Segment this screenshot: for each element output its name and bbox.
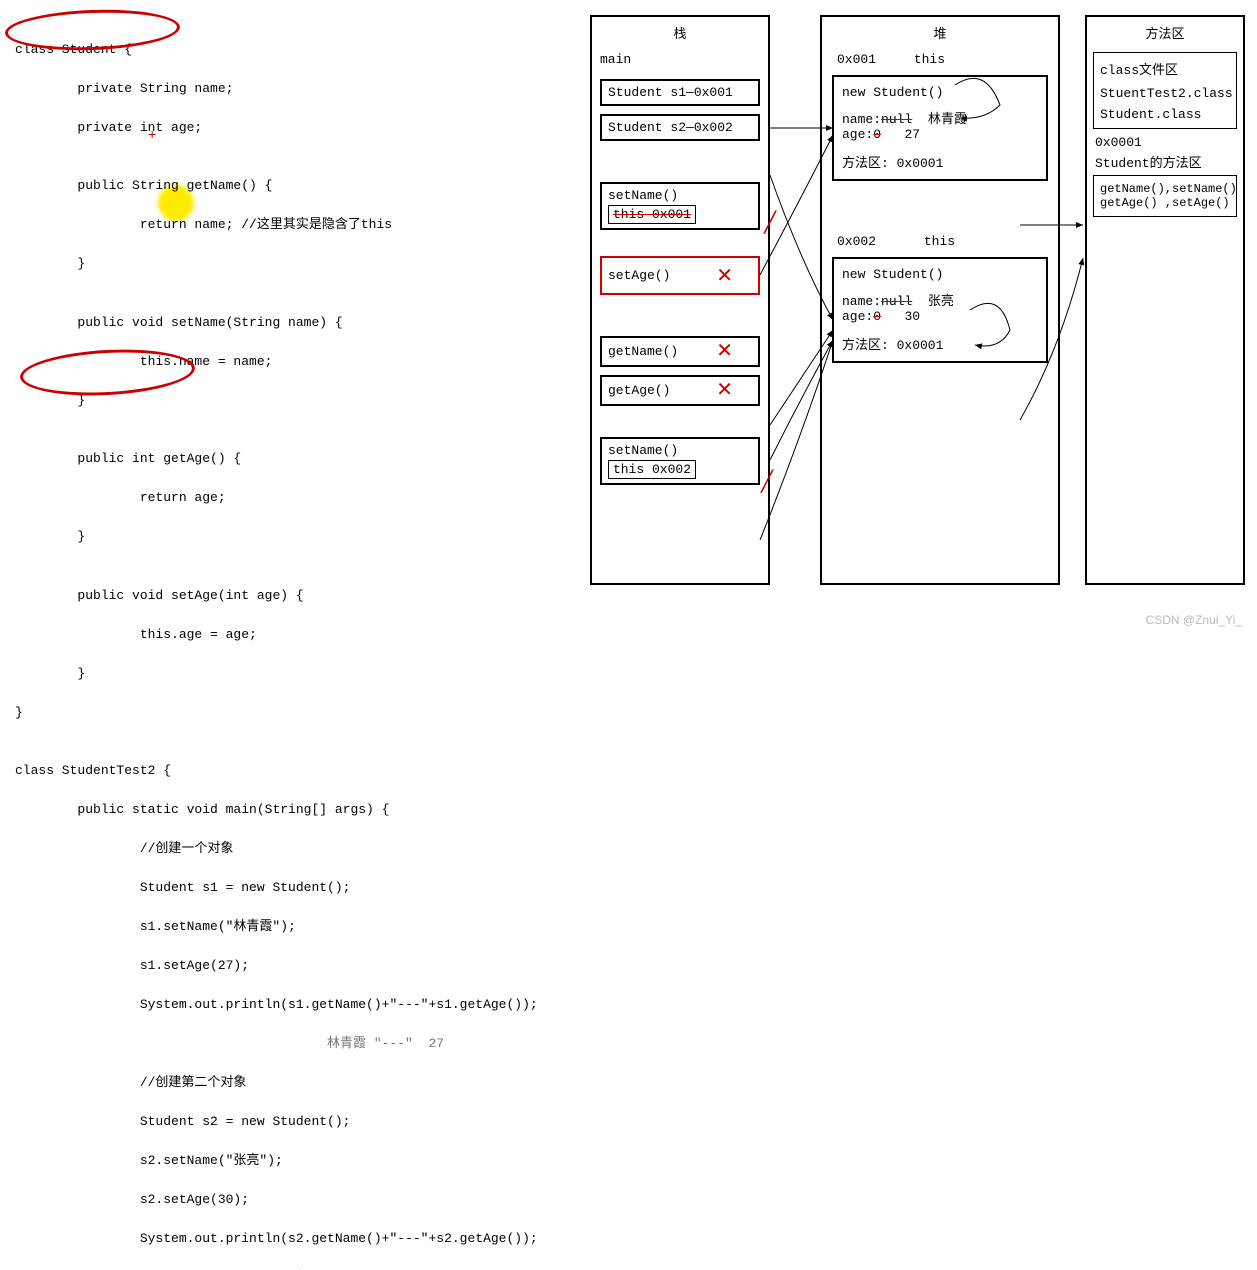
code-line: } (15, 703, 575, 723)
code-line: return name; //这里其实是隐含了this (15, 215, 575, 235)
method-area-addr: 0x0001 (1087, 133, 1243, 152)
code-line: public void setName(String name) { (15, 313, 575, 333)
stack-header: 栈 (592, 17, 768, 48)
stack-column: 栈 main Student s1—0x001 Student s2—0x002… (590, 15, 770, 585)
code-line: } (15, 664, 575, 684)
heap-this2: this (924, 234, 955, 249)
stack-setname2-box: setName() this 0x002 ╱ (600, 437, 760, 485)
heap-obj2-box: new Student() name:null 张亮 age:0 30 方法区:… (832, 257, 1048, 363)
code-line: public static void main(String[] args) { (15, 800, 575, 820)
heap-this1: this (914, 52, 945, 67)
heap-addr2: 0x002 (837, 234, 876, 249)
stack-main-label: main (592, 48, 768, 71)
stack-setname1-this: this 0x001 (608, 205, 696, 224)
stack-s2-box: Student s2—0x002 (600, 114, 760, 141)
class-file-box: class文件区 StuentTest2.class Student.class (1093, 52, 1237, 129)
heap-method1: 方法区: 0x0001 (842, 152, 1038, 171)
code-line: //创建一个对象 (15, 839, 575, 859)
code-line: s1.setName("林青霞"); (15, 917, 575, 937)
code-line: private String name; (15, 79, 575, 99)
red-x-icon: ✕ (716, 263, 733, 289)
red-x-icon: ╱ (761, 469, 773, 495)
code-line: private int age; (15, 118, 575, 138)
heap-new2: new Student() (842, 267, 1038, 282)
code-line: this.age = age; (15, 625, 575, 645)
stack-getname1-label: getName() (608, 344, 678, 359)
code-line: } (15, 527, 575, 547)
methods1: getName(),setName() (1100, 182, 1230, 196)
stack-getage1-box: getAge() ✕ (600, 375, 760, 406)
code-line: System.out.println(s2.getName()+"---"+s2… (15, 1229, 575, 1249)
red-x-icon: ✕ (716, 377, 733, 403)
red-x-icon: ╱ (764, 210, 776, 236)
code-line: s2.setName("张亮"); (15, 1151, 575, 1171)
heap-age1: age:0 27 (842, 127, 1038, 142)
stack-getname1-box: getName() ✕ (600, 336, 760, 367)
heap-header: 堆 (822, 17, 1058, 48)
code-block: class Student { private String name; pri… (15, 20, 575, 1270)
red-plus-annotation: + (148, 128, 156, 144)
student-method-area: Student的方法区 (1087, 152, 1243, 171)
stack-s1-box: Student s1—0x001 (600, 79, 760, 106)
stack-getage1-label: getAge() (608, 383, 670, 398)
code-line: Student s2 = new Student(); (15, 1112, 575, 1132)
code-line: s1.setAge(27); (15, 956, 575, 976)
watermark: CSDN @Znui_Yi_ (1146, 613, 1242, 627)
stack-setage1-box: setAge() ✕ (600, 256, 760, 295)
heap-name1: name:null 林青霞 (842, 108, 1038, 127)
code-line: s2.setAge(30); (15, 1190, 575, 1210)
code-line: 林青霞 "---" 27 (15, 1034, 575, 1054)
red-x-icon: ✕ (716, 338, 733, 364)
class-file-label: class文件区 (1100, 59, 1230, 78)
code-line: public String getName() { (15, 176, 575, 196)
heap-method2: 方法区: 0x0001 (842, 334, 1038, 353)
code-line: } 张亮 --- 30 (15, 1268, 575, 1270)
stack-setname2-this: this 0x002 (608, 460, 696, 479)
methods-box: getName(),setName() getAge() ,setAge() (1093, 175, 1237, 217)
stack-setname2-label: setName() (608, 443, 752, 458)
code-line: Student s1 = new Student(); (15, 878, 575, 898)
stack-setname1-label: setName() (608, 188, 752, 203)
heap-column: 堆 0x001 this new Student() name:null 林青霞… (820, 15, 1060, 585)
method-area-column: 方法区 class文件区 StuentTest2.class Student.c… (1085, 15, 1245, 585)
test2-class: StuentTest2.class (1100, 86, 1230, 101)
stack-s2: Student s2—0x002 (608, 120, 733, 135)
code-line: public void setAge(int age) { (15, 586, 575, 606)
stack-setage1-label: setAge() (608, 268, 670, 283)
stack-setname1-box: setName() this 0x001 ╱ (600, 182, 760, 230)
heap-obj1-box: new Student() name:null 林青霞 age:0 27 方法区… (832, 75, 1048, 181)
code-line: public int getAge() { (15, 449, 575, 469)
heap-new1: new Student() (842, 85, 1038, 100)
code-line: return age; (15, 488, 575, 508)
methods2: getAge() ,setAge() (1100, 196, 1230, 210)
code-line: class StudentTest2 { (15, 761, 575, 781)
method-area-header: 方法区 (1087, 17, 1243, 48)
code-line: //创建第二个对象 (15, 1073, 575, 1093)
student-class: Student.class (1100, 107, 1230, 122)
code-line: System.out.println(s1.getName()+"---"+s1… (15, 995, 575, 1015)
heap-addr1: 0x001 (837, 52, 876, 67)
heap-name2: name:null 张亮 (842, 290, 1038, 309)
stack-s1: Student s1—0x001 (608, 85, 733, 100)
code-line: } (15, 254, 575, 274)
heap-age2: age:0 30 (842, 309, 1038, 324)
